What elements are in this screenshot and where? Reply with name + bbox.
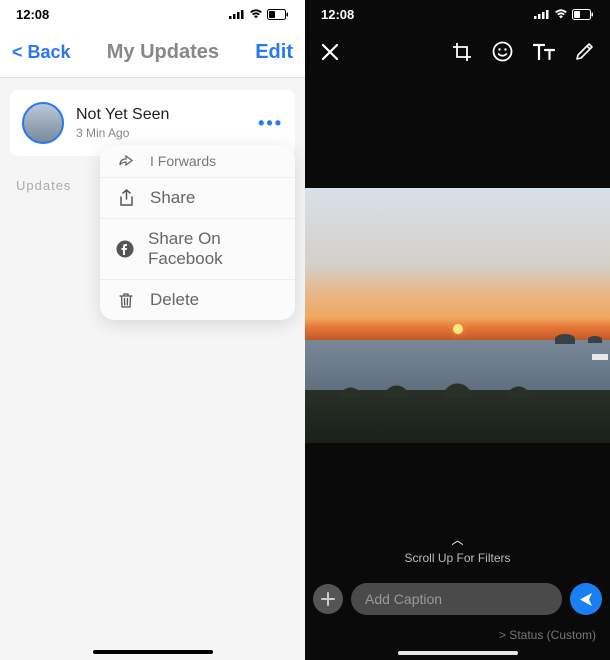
facebook-icon bbox=[116, 240, 134, 258]
right-screen: 12:08 bbox=[305, 0, 610, 660]
status-timestamp: 3 Min Ago bbox=[76, 126, 246, 140]
home-indicator[interactable] bbox=[93, 650, 213, 654]
send-button[interactable] bbox=[570, 583, 602, 615]
share-icon bbox=[116, 189, 136, 207]
caption-input[interactable] bbox=[351, 583, 562, 615]
text-icon bbox=[533, 42, 555, 62]
menu-label: I Forwards bbox=[150, 153, 216, 169]
menu-item-share[interactable]: Share bbox=[100, 178, 295, 219]
photo-preview[interactable] bbox=[305, 188, 610, 443]
status-thumbnail bbox=[22, 102, 64, 144]
add-media-button[interactable] bbox=[313, 584, 343, 614]
status-title: Not Yet Seen bbox=[76, 106, 246, 124]
send-icon bbox=[578, 591, 595, 608]
menu-label: Delete bbox=[150, 290, 199, 310]
close-icon bbox=[321, 43, 339, 61]
crop-icon bbox=[452, 42, 472, 62]
context-menu: I Forwards Share Share On Facebook Delet… bbox=[100, 145, 295, 320]
menu-item-delete[interactable]: Delete bbox=[100, 280, 295, 320]
status-bar: 12:08 bbox=[0, 0, 305, 28]
sticker-button[interactable] bbox=[492, 41, 513, 67]
editor-tools bbox=[452, 41, 594, 67]
smiley-icon bbox=[492, 41, 513, 62]
menu-label: Share On Facebook bbox=[148, 229, 279, 269]
trash-icon bbox=[116, 292, 136, 309]
page-title: My Updates bbox=[79, 41, 248, 64]
status-bar: 12:08 bbox=[305, 0, 610, 28]
home-indicator[interactable] bbox=[398, 651, 518, 655]
filter-hint-text: Scroll Up For Filters bbox=[404, 551, 510, 565]
menu-item-forwards[interactable]: I Forwards bbox=[100, 145, 295, 178]
forward-icon bbox=[116, 155, 136, 167]
pencil-icon bbox=[575, 42, 594, 61]
battery-icon bbox=[572, 9, 594, 20]
back-button[interactable]: < Back bbox=[12, 42, 71, 63]
filter-hint[interactable]: ︿ Scroll Up For Filters bbox=[305, 531, 610, 565]
wifi-icon bbox=[249, 9, 263, 19]
recipient-label[interactable]: > Status (Custom) bbox=[499, 628, 596, 642]
menu-label: Share bbox=[150, 188, 195, 208]
nav-header: < Back My Updates Edit bbox=[0, 28, 305, 78]
status-icons bbox=[534, 9, 594, 20]
text-button[interactable] bbox=[533, 42, 555, 67]
wifi-icon bbox=[554, 9, 568, 19]
more-options-button[interactable]: ••• bbox=[258, 113, 283, 134]
editor-toolbar bbox=[305, 28, 610, 80]
status-icons bbox=[229, 9, 289, 20]
caption-bar bbox=[313, 583, 602, 615]
status-time: 12:08 bbox=[16, 7, 49, 22]
left-screen: 12:08 < Back My Updates Edit Not Yet See… bbox=[0, 0, 305, 660]
menu-item-share-facebook[interactable]: Share On Facebook bbox=[100, 219, 295, 280]
crop-button[interactable] bbox=[452, 42, 472, 67]
chevron-up-icon: ︿ bbox=[305, 531, 610, 548]
draw-button[interactable] bbox=[575, 42, 594, 66]
status-text-block: Not Yet Seen 3 Min Ago bbox=[76, 106, 246, 140]
edit-button[interactable]: Edit bbox=[255, 41, 293, 64]
close-button[interactable] bbox=[321, 41, 339, 67]
battery-icon bbox=[267, 9, 289, 20]
plus-icon bbox=[321, 592, 335, 606]
signal-icon bbox=[229, 9, 245, 19]
status-time: 12:08 bbox=[321, 7, 354, 22]
signal-icon bbox=[534, 9, 550, 19]
